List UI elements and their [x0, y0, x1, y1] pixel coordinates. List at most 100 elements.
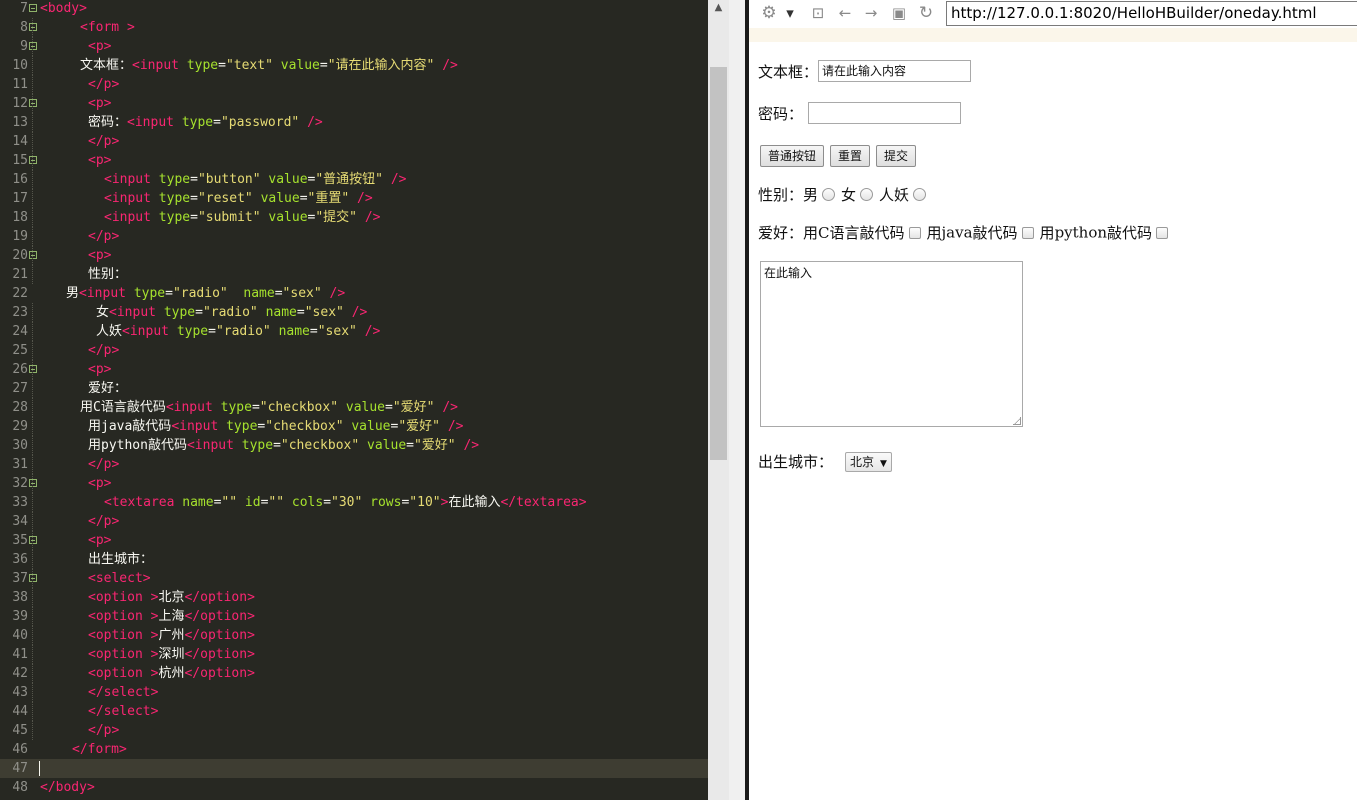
code-line[interactable]: 12 <p>	[0, 94, 708, 113]
code-line[interactable]: 48 </body>	[0, 778, 708, 797]
code-line[interactable]: 25 </p>	[0, 341, 708, 360]
code-token: 用C语言敲代码	[80, 400, 166, 415]
console-icon[interactable]: ⊡	[808, 3, 828, 23]
code-line[interactable]: 9 <p>	[0, 37, 708, 56]
fold-toggle-icon[interactable]	[29, 574, 37, 582]
code-text: <textarea name="" id="" cols="30" rows="…	[104, 493, 587, 512]
gender-radio-female[interactable]	[860, 188, 874, 201]
fold-toggle-icon[interactable]	[29, 536, 37, 544]
code-line[interactable]: 24 人妖<input type="radio" name="sex" />	[0, 322, 708, 341]
code-line[interactable]: 8 <form >	[0, 18, 708, 37]
dropdown-arrow-icon[interactable]: ▾	[783, 3, 797, 23]
code-line[interactable]: 10 文本框：<input type="text" value="请在此输入内容"…	[0, 56, 708, 75]
code-line[interactable]: 26 <p>	[0, 360, 708, 379]
code-editor[interactable]: 7 <body> 8 <form >9 <p> 10 文本框：<input type="te…	[0, 0, 708, 800]
back-arrow-icon[interactable]: ←	[835, 3, 855, 23]
code-line[interactable]: 43 </select>	[0, 683, 708, 702]
fold-toggle-icon[interactable]	[29, 4, 37, 12]
code-line[interactable]: 44 </select>	[0, 702, 708, 721]
code-line[interactable]: 19 </p>	[0, 227, 708, 246]
code-line[interactable]: 15 <p>	[0, 151, 708, 170]
hobby-checkbox-java[interactable]	[1021, 226, 1034, 239]
code-line[interactable]: 32 <p>	[0, 474, 708, 493]
text-input[interactable]: 请在此输入内容	[818, 60, 972, 82]
reload-icon[interactable]: ↻	[915, 3, 937, 23]
settings-gear-icon[interactable]: ⚙	[759, 3, 779, 23]
code-line[interactable]: 40 <option >广州</option>	[0, 626, 708, 645]
code-line[interactable]: 23 女<input type="radio" name="sex" />	[0, 303, 708, 322]
code-line[interactable]: 30 用python敲代码<input type="checkbox" value…	[0, 436, 708, 455]
indent-guide	[32, 569, 33, 588]
code-token: "radio"	[215, 324, 271, 339]
fold-toggle-icon[interactable]	[29, 365, 37, 373]
indent-guide	[32, 18, 33, 37]
code-line[interactable]: 47	[0, 759, 708, 778]
resize-grip-icon[interactable]	[1013, 417, 1021, 425]
stop-icon[interactable]: ▣	[889, 3, 909, 23]
code-line[interactable]: 18 <input type="submit" value="提交" />	[0, 208, 708, 227]
fold-toggle-icon[interactable]	[29, 251, 37, 259]
code-token: 密码：	[88, 115, 128, 130]
address-bar[interactable]: http://127.0.0.1:8020/HelloHBuilder/oned…	[946, 1, 1357, 26]
code-token: <p	[88, 248, 104, 263]
code-token: 用java敲代码	[88, 419, 172, 434]
code-token: "reset"	[197, 191, 253, 206]
code-line[interactable]: 13 密码：<input type="password" />	[0, 113, 708, 132]
code-line[interactable]: 16 <input type="button" value="普通按钮" />	[0, 170, 708, 189]
hobby-java-label-post: 敲代码	[972, 224, 1018, 242]
scrollbar-thumb[interactable]	[710, 67, 727, 460]
indent-guide	[32, 360, 33, 379]
city-select[interactable]: 北京 ▼	[845, 451, 892, 472]
hobby-checkbox-python[interactable]	[1156, 226, 1169, 239]
line-number: 25	[12, 343, 28, 358]
fold-toggle-icon[interactable]	[29, 42, 37, 50]
code-line[interactable]: 36 出生城市：	[0, 550, 708, 569]
code-line[interactable]: 7 <body>	[0, 0, 708, 18]
gender-radio-other[interactable]	[913, 188, 927, 201]
code-line[interactable]: 33 <textarea name="" id="" cols="30" rows…	[0, 493, 708, 512]
forward-arrow-icon[interactable]: →	[861, 3, 881, 23]
scroll-up-icon[interactable]: ▲	[708, 0, 729, 16]
code-line[interactable]: 29 用java敲代码<input type="checkbox" value="…	[0, 417, 708, 436]
fold-toggle-icon[interactable]	[29, 479, 37, 487]
code-line[interactable]: 31 </p>	[0, 455, 708, 474]
code-token: value	[280, 58, 320, 73]
code-line[interactable]: 35 <p>	[0, 531, 708, 550]
code-line[interactable]: 38 <option >北京</option>	[0, 588, 708, 607]
fold-toggle-icon[interactable]	[29, 99, 37, 107]
code-line[interactable]: 45 </p>	[0, 721, 708, 740]
hobby-checkbox-c[interactable]	[908, 226, 921, 239]
indent-guide	[32, 664, 33, 683]
line-number: 17	[12, 191, 28, 206]
code-line[interactable]: 14 </p>	[0, 132, 708, 151]
password-input[interactable]	[808, 102, 962, 124]
editor-scrollbar[interactable]: ▲	[708, 0, 729, 800]
code-line[interactable]: 41 <option >深圳</option>	[0, 645, 708, 664]
code-line[interactable]: 34 </p>	[0, 512, 708, 531]
line-number: 32	[12, 476, 28, 491]
code-text: <p>	[88, 94, 111, 113]
code-line[interactable]: 22 男<input type="radio" name="sex" />	[0, 284, 708, 303]
fold-toggle-icon[interactable]	[29, 156, 37, 164]
code-line[interactable]: 37 <select>	[0, 569, 708, 588]
code-line[interactable]: 42 <option >杭州</option>	[0, 664, 708, 683]
code-token: "radio"	[202, 305, 258, 320]
code-line[interactable]: 21 性别：	[0, 265, 708, 284]
code-text: <input type="reset" value="重置" />	[104, 189, 373, 208]
fold-toggle-icon[interactable]	[29, 23, 37, 31]
pane-divider[interactable]	[729, 0, 745, 800]
code-line[interactable]: 28 用C语言敲代码<input type="checkbox" value="爱…	[0, 398, 708, 417]
normal-button[interactable]: 普通按钮	[760, 145, 825, 167]
code-line[interactable]: 27 爱好：	[0, 379, 708, 398]
code-line[interactable]: 20 <p>	[0, 246, 708, 265]
code-line[interactable]: 46 </form>	[0, 740, 708, 759]
code-line[interactable]: 17 <input type="reset" value="重置" />	[0, 189, 708, 208]
code-line[interactable]: 11 </p>	[0, 75, 708, 94]
textarea[interactable]: 在此输入	[760, 261, 1023, 427]
submit-button[interactable]: 提交	[876, 145, 917, 167]
reset-button[interactable]: 重置	[830, 145, 871, 167]
gender-radio-male[interactable]	[822, 188, 836, 201]
indent-guide	[32, 303, 33, 322]
code-line[interactable]: 39 <option >上海</option>	[0, 607, 708, 626]
